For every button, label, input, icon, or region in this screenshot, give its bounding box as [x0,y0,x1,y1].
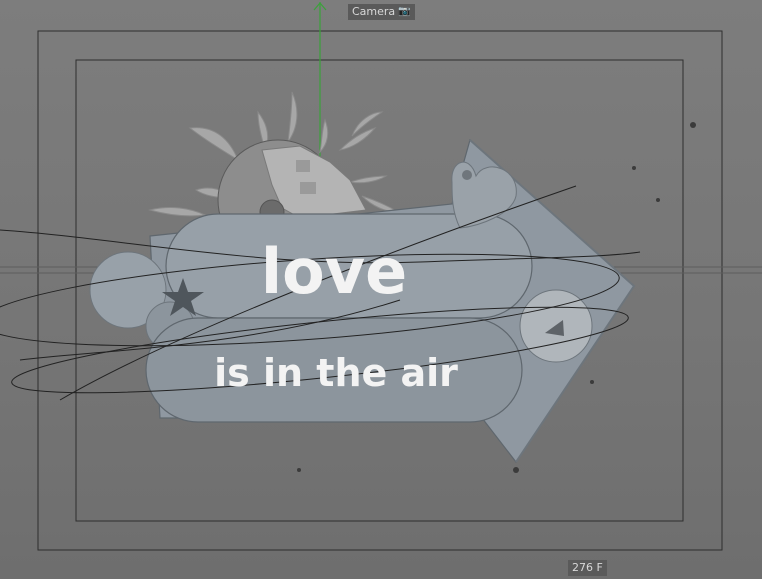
scene-canvas[interactable]: love is in the air [0,0,762,579]
title-subtitle: is in the air [214,351,458,395]
title-love: love [261,235,407,308]
camera-label-text: Camera [352,5,396,18]
play-icon[interactable] [519,289,593,363]
camera-label[interactable]: Camera 📷 [348,4,415,20]
frame-counter: 276 F [568,560,607,576]
gear-icon[interactable] [259,145,367,225]
camera-icon: 📷 [398,6,411,17]
3d-viewport[interactable]: love is in the air Camera 📷 276 F [0,0,762,579]
